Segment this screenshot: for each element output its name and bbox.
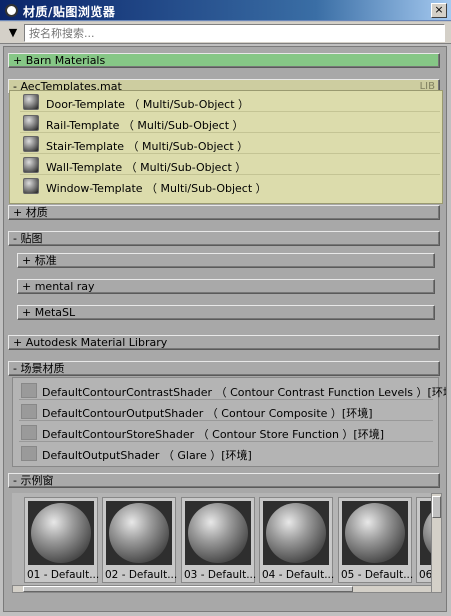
material-swatch-icon	[21, 383, 37, 398]
slot-label: 01 - Default...	[27, 569, 100, 581]
rollout-maps-standard[interactable]: + 标准	[17, 253, 435, 268]
horizontal-scrollbar[interactable]	[12, 585, 432, 593]
rollout-label: - 示例窗	[13, 474, 54, 487]
rollout-label: + mental ray	[22, 280, 95, 293]
search-options-dropdown[interactable]: ▼	[4, 25, 22, 41]
slot-label: 05 - Default...	[341, 569, 414, 581]
list-item[interactable]: Window-Template （ Multi/Sub-Object ）	[20, 176, 440, 196]
material-sphere-icon	[23, 157, 39, 173]
rollout-materials[interactable]: + 材质	[8, 205, 440, 220]
title-bar[interactable]: 材质/贴图浏览器 ×	[0, 0, 451, 21]
sample-slot[interactable]: 05 - Default...	[338, 497, 414, 583]
rollout-sample-slots[interactable]: - 示例窗	[8, 473, 440, 488]
list-item[interactable]: Stair-Template （ Multi/Sub-Object ）	[20, 134, 440, 154]
sample-slot[interactable]: 04 - Default...	[259, 497, 335, 583]
rollout-label: - 场景材质	[13, 362, 65, 375]
rollout-autodesk-library[interactable]: + Autodesk Material Library	[8, 335, 440, 350]
library-list: Door-Template （ Multi/Sub-Object ） Rail-…	[9, 90, 443, 204]
list-item[interactable]: DefaultOutputShader （ Glare ）[环境]	[19, 443, 433, 463]
rollout-maps[interactable]: - 贴图	[8, 231, 440, 246]
rollout-barn-materials[interactable]: + Barn Materials	[8, 53, 440, 68]
rollout-label: + MetaSL	[22, 306, 76, 319]
material-sphere-icon	[266, 503, 326, 563]
rollout-label: + 材质	[13, 206, 48, 219]
list-item[interactable]: Wall-Template （ Multi/Sub-Object ）	[20, 155, 440, 175]
slot-label: 02 - Default...	[105, 569, 178, 581]
scrollbar-thumb[interactable]	[23, 586, 353, 592]
material-sphere-icon	[345, 503, 405, 563]
sample-slot[interactable]: 02 - Default...	[102, 497, 178, 583]
app-icon	[5, 4, 18, 17]
sample-slots-strip: 01 - Default... 02 - Default... 03 - Def…	[12, 493, 439, 585]
search-input[interactable]	[24, 24, 445, 42]
material-name: DefaultContourStoreShader （ Contour Stor…	[42, 428, 384, 441]
material-name: Door-Template （ Multi/Sub-Object ）	[46, 98, 250, 111]
list-item[interactable]: DefaultContourStoreShader （ Contour Stor…	[19, 422, 433, 442]
material-swatch-icon	[21, 425, 37, 440]
rollout-label: + Barn Materials	[13, 54, 106, 67]
material-swatch-icon	[21, 404, 37, 419]
rollout-label: - 贴图	[13, 232, 43, 245]
scene-materials-list: DefaultContourContrastShader （ Contour C…	[12, 377, 446, 467]
material-name: DefaultOutputShader （ Glare ）[环境]	[42, 449, 252, 462]
rollout-maps-mental-ray[interactable]: + mental ray	[17, 279, 435, 294]
close-button[interactable]: ×	[431, 3, 447, 18]
sample-slot[interactable]: 01 - Default...	[24, 497, 100, 583]
list-item[interactable]: Door-Template （ Multi/Sub-Object ）	[20, 92, 440, 112]
material-name: DefaultContourOutputShader （ Contour Com…	[42, 407, 373, 420]
material-sphere-icon	[109, 503, 169, 563]
material-sphere-icon	[31, 503, 91, 563]
scrollbar-thumb[interactable]	[432, 496, 441, 518]
material-sphere-icon	[23, 178, 39, 194]
vertical-scrollbar[interactable]	[431, 493, 442, 593]
material-sphere-icon	[23, 136, 39, 152]
material-name: Stair-Template （ Multi/Sub-Object ）	[46, 140, 249, 153]
slot-label: 03 - Default...	[184, 569, 257, 581]
rollout-maps-metasl[interactable]: + MetaSL	[17, 305, 435, 320]
material-name: Rail-Template （ Multi/Sub-Object ）	[46, 119, 244, 132]
browser-panel: + Barn Materials - AecTemplates.mat LIB …	[3, 46, 447, 612]
list-item[interactable]: DefaultContourContrastShader （ Contour C…	[19, 380, 446, 400]
window-title: 材质/贴图浏览器	[23, 5, 116, 19]
list-item[interactable]: DefaultContourOutputShader （ Contour Com…	[19, 401, 433, 421]
material-name: Window-Template （ Multi/Sub-Object ）	[46, 182, 267, 195]
rollout-scene-materials[interactable]: - 场景材质	[8, 361, 440, 376]
search-bar: ▼	[0, 22, 451, 44]
material-name: Wall-Template （ Multi/Sub-Object ）	[46, 161, 247, 174]
material-name: DefaultContourContrastShader （ Contour C…	[42, 386, 447, 399]
slot-label: 04 - Default...	[262, 569, 335, 581]
list-item[interactable]: Rail-Template （ Multi/Sub-Object ）	[20, 113, 440, 133]
rollout-label: + 标准	[22, 254, 57, 267]
rollout-label: + Autodesk Material Library	[13, 336, 168, 349]
material-sphere-icon	[188, 503, 248, 563]
material-sphere-icon	[23, 115, 39, 131]
sample-slot[interactable]: 03 - Default...	[181, 497, 257, 583]
material-swatch-icon	[21, 446, 37, 461]
material-sphere-icon	[23, 94, 39, 110]
